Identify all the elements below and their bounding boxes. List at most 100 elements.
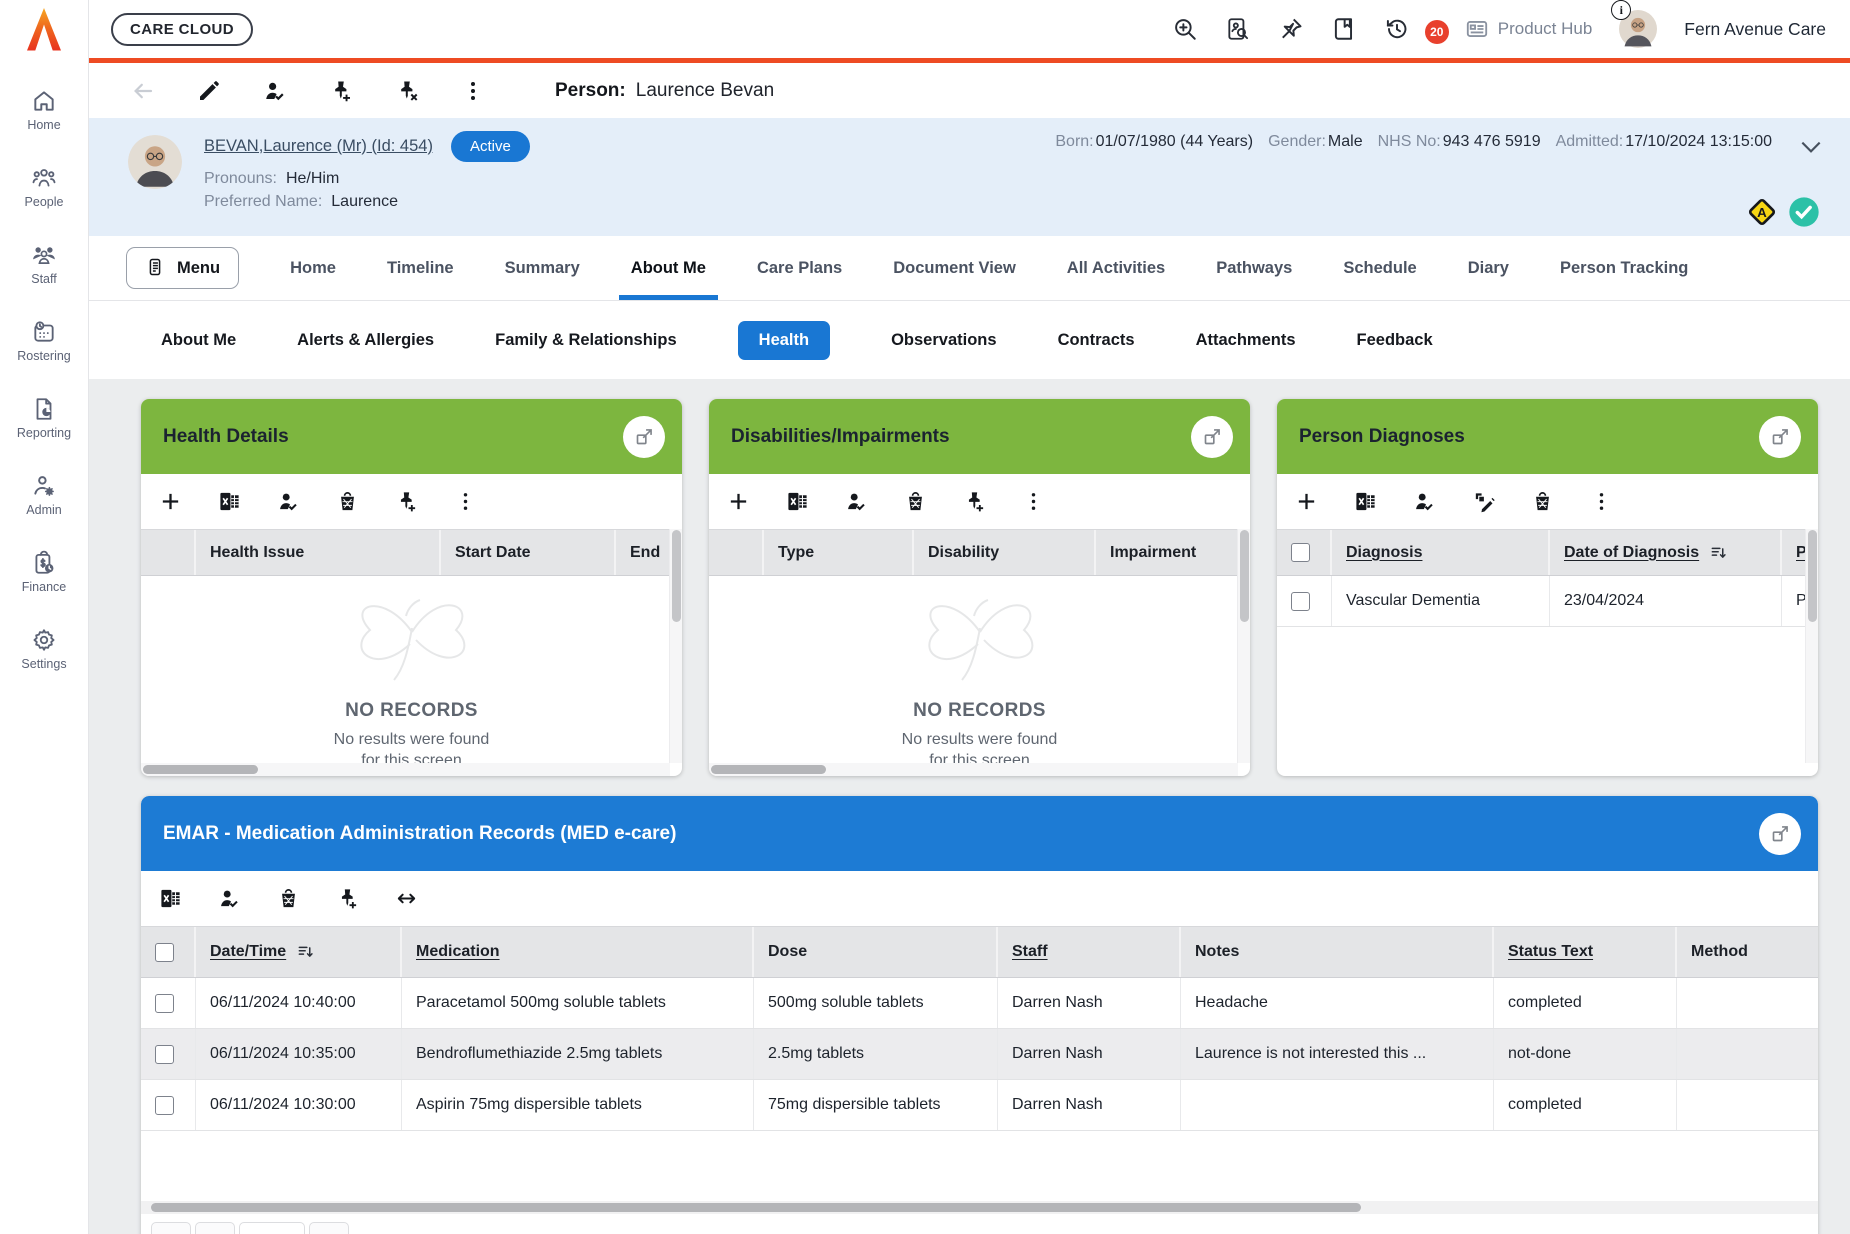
expand-card-button[interactable] [1759,416,1801,458]
emar-row[interactable]: 06/11/2024 10:35:00 Bendroflumethiazide … [141,1029,1818,1080]
horizontal-scrollbar[interactable] [709,763,1238,776]
sidebar-item-settings[interactable]: Settings [21,627,66,671]
delete-button[interactable] [277,887,300,910]
first-page-button[interactable]: ⏮ [151,1222,191,1234]
person-check-button[interactable] [263,79,287,103]
vertical-scrollbar[interactable] [669,529,682,763]
subtab-observations[interactable]: Observations [891,331,996,350]
assign-person-button[interactable] [277,490,300,513]
more-options-button[interactable] [1590,490,1613,513]
history-icon[interactable] [1384,16,1410,42]
admitted-value: 17/10/2024 13:15:00 [1625,133,1772,150]
subtab-about-me[interactable]: About Me [161,331,236,350]
status-check-icon[interactable] [1788,196,1820,228]
delete-button[interactable] [336,490,359,513]
edit-button[interactable] [197,79,221,103]
vertical-scrollbar[interactable] [1237,529,1250,763]
tab-diary[interactable]: Diary [1468,236,1509,300]
horizontal-scrollbar[interactable] [141,763,670,776]
sidebar-item-reporting[interactable]: Reporting [17,396,71,440]
pin-add-button[interactable] [336,887,359,910]
subtab-attachments[interactable]: Attachments [1196,331,1296,350]
book-icon[interactable] [1331,16,1357,42]
export-excel-button[interactable] [159,887,182,910]
add-record-button[interactable] [727,490,750,513]
sidebar-item-label: People [25,195,64,209]
vertical-scrollbar[interactable] [1805,529,1818,763]
expand-card-button[interactable] [1759,813,1801,855]
pin-add-button[interactable] [963,490,986,513]
sidebar-item-people[interactable]: People [25,165,64,209]
access-logo[interactable] [27,8,61,50]
select-all-checkbox[interactable] [155,943,174,962]
tab-pathways[interactable]: Pathways [1216,236,1292,300]
tab-home[interactable]: Home [290,236,336,300]
row-checkbox[interactable] [1291,592,1310,611]
tab-about-me[interactable]: About Me [631,236,706,300]
previous-page-button[interactable]: ◀ [195,1222,235,1234]
organisation-name[interactable]: Fern Avenue Care [1684,19,1826,40]
add-record-button[interactable] [159,490,182,513]
more-options-button[interactable] [454,490,477,513]
expand-card-button[interactable] [623,416,665,458]
subtab-feedback[interactable]: Feedback [1357,331,1433,350]
tab-document-view[interactable]: Document View [893,236,1016,300]
subtab-alerts-allergies[interactable]: Alerts & Allergies [297,331,434,350]
subtab-health[interactable]: Health [738,321,830,360]
pin-add-button[interactable] [329,79,353,103]
sidebar-item-finance[interactable]: Finance [22,550,66,594]
next-page-button[interactable]: ▶ [309,1222,349,1234]
menu-button[interactable]: Menu [126,247,239,289]
subtab-contracts[interactable]: Contracts [1058,331,1135,350]
emar-row[interactable]: 06/11/2024 10:40:00 Paracetamol 500mg so… [141,978,1818,1029]
horizontal-scrollbar[interactable] [141,1201,1818,1214]
assign-person-button[interactable] [1413,490,1436,513]
row-checkbox[interactable] [155,994,174,1013]
user-avatar[interactable]: i [1619,10,1657,48]
current-page-button[interactable]: 1 [239,1222,305,1234]
select-all-checkbox[interactable] [1291,543,1310,562]
allergy-warning-icon[interactable]: A [1746,196,1778,228]
assign-person-button[interactable] [218,887,241,910]
export-excel-button[interactable] [218,490,241,513]
diagnosis-row[interactable]: Vascular Dementia 23/04/2024 P [1277,576,1818,627]
tab-person-tracking[interactable]: Person Tracking [1560,236,1688,300]
assign-person-button[interactable] [845,490,868,513]
sidebar-item-rostering[interactable]: Rostering [17,319,71,363]
product-hub-icon [1464,16,1490,42]
tab-schedule[interactable]: Schedule [1343,236,1416,300]
delete-button[interactable] [904,490,927,513]
zoom-in-icon[interactable] [1172,16,1198,42]
datetime-cell: 06/11/2024 10:35:00 [196,1029,402,1079]
person-search-icon[interactable] [1225,16,1251,42]
tab-care-plans[interactable]: Care Plans [757,236,842,300]
tab-timeline[interactable]: Timeline [387,236,454,300]
patient-avatar[interactable] [128,135,182,189]
more-options-button[interactable] [1022,490,1045,513]
pin-add-button[interactable] [395,490,418,513]
row-checkbox[interactable] [155,1045,174,1064]
sidebar-item-admin[interactable]: Admin [26,473,61,517]
sidebar-item-staff[interactable]: Staff [31,242,57,286]
pin-icon[interactable] [1278,16,1304,42]
export-excel-button[interactable] [1354,490,1377,513]
more-options-button[interactable] [461,79,485,103]
row-checkbox[interactable] [155,1096,174,1115]
delete-button[interactable] [1531,490,1554,513]
product-hub-button[interactable]: Product Hub [1464,16,1593,42]
patient-name-link[interactable]: BEVAN,Laurence (Mr) (Id: 454) [204,137,433,156]
emar-row[interactable]: 06/11/2024 10:30:00 Aspirin 75mg dispers… [141,1080,1818,1131]
pin-remove-button[interactable] [395,79,419,103]
back-button[interactable] [131,79,155,103]
banner-expand-chevron[interactable] [1798,134,1824,160]
expand-columns-button[interactable] [395,887,418,910]
add-record-button[interactable] [1295,490,1318,513]
tab-all-activities[interactable]: All Activities [1067,236,1165,300]
diagnosis-cell: Vascular Dementia [1332,576,1550,626]
export-excel-button[interactable] [786,490,809,513]
expand-card-button[interactable] [1191,416,1233,458]
subtab-family-relationships[interactable]: Family & Relationships [495,331,677,350]
bulk-edit-button[interactable] [1472,490,1495,513]
sidebar-item-home[interactable]: Home [27,88,60,132]
tab-summary[interactable]: Summary [505,236,580,300]
